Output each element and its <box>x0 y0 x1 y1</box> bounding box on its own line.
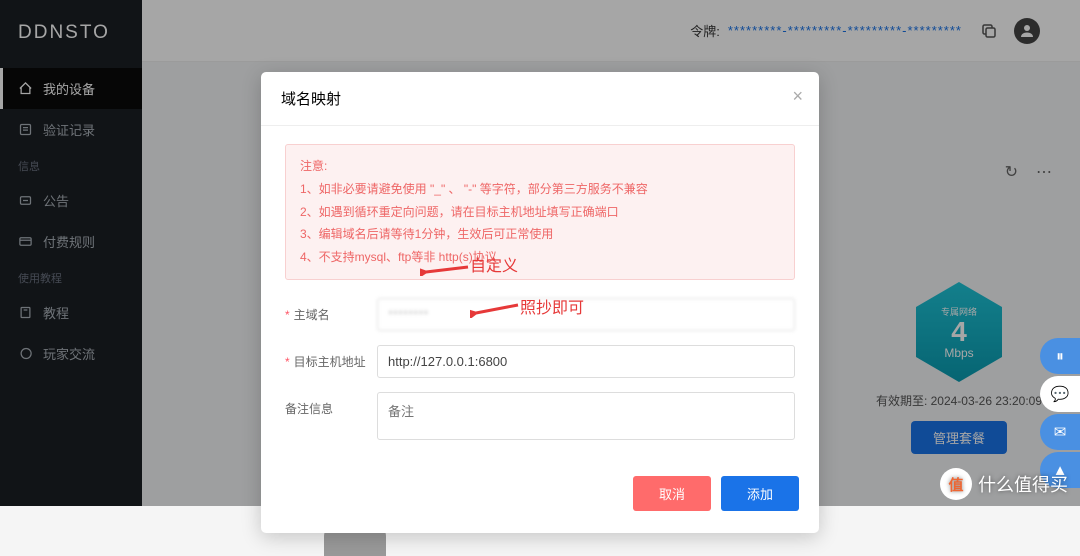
remark-label: 备注信息 <box>285 392 377 417</box>
float-pause-icon[interactable]: ⏸ <box>1040 338 1080 374</box>
watermark-badge: 值 <box>940 468 972 500</box>
close-icon[interactable]: × <box>792 86 803 107</box>
domain-mapping-modal: 域名映射 × 注意: 1、如非必要请避免使用 "_" 、 "-" 等字符，部分第… <box>261 72 819 533</box>
modal-overlay: 域名映射 × 注意: 1、如非必要请避免使用 "_" 、 "-" 等字符，部分第… <box>0 0 1080 506</box>
remark-input[interactable] <box>377 392 795 440</box>
target-host-label: *目标主机地址 <box>285 345 377 370</box>
watermark: 值 什么值得买 <box>940 468 1068 500</box>
float-buttons: ⏸ 💬 ✉ ▲ <box>1040 338 1080 488</box>
main-domain-input[interactable] <box>377 298 795 331</box>
target-host-input[interactable] <box>377 345 795 378</box>
notice-box: 注意: 1、如非必要请避免使用 "_" 、 "-" 等字符，部分第三方服务不兼容… <box>285 144 795 280</box>
float-chat-icon[interactable]: 💬 <box>1040 376 1080 412</box>
modal-title: 域名映射 <box>261 72 819 126</box>
main-domain-label: *主域名 <box>285 298 377 323</box>
float-mail-icon[interactable]: ✉ <box>1040 414 1080 450</box>
